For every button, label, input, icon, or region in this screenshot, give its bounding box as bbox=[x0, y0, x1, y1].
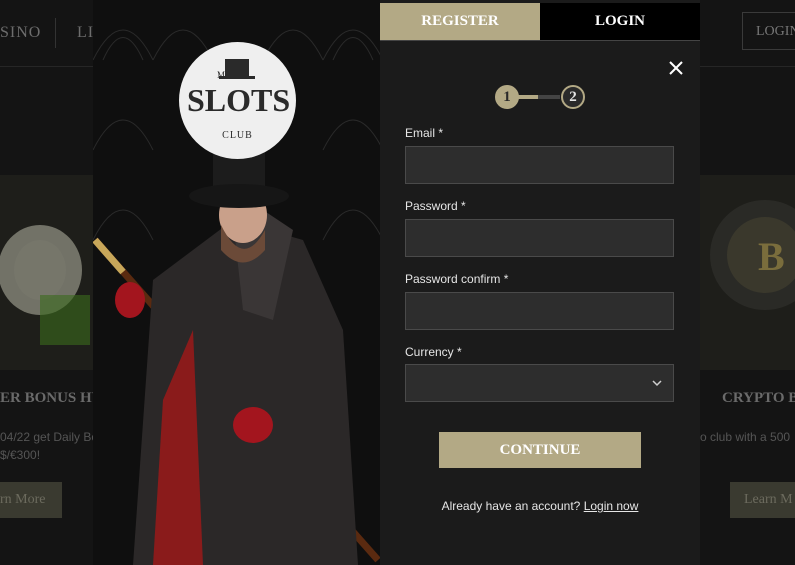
close-icon bbox=[669, 61, 683, 75]
promo-left-title: ER BONUS HU bbox=[0, 390, 103, 406]
logo-club-text: CLUB bbox=[222, 130, 253, 141]
promo-right-title: CRYPTO B bbox=[722, 390, 795, 406]
nav-item-live[interactable]: LI bbox=[77, 24, 94, 42]
close-button[interactable] bbox=[666, 58, 686, 78]
continue-button[interactable]: CONTINUE bbox=[439, 432, 641, 468]
currency-select[interactable] bbox=[405, 364, 674, 402]
promo-right-learn-more-button[interactable]: Learn M bbox=[730, 482, 795, 518]
promo-card-left-image bbox=[0, 175, 93, 370]
tab-login[interactable]: LOGIN bbox=[540, 3, 700, 40]
step-1: 1 bbox=[495, 85, 519, 109]
tab-register[interactable]: REGISTER bbox=[380, 3, 540, 40]
email-field[interactable] bbox=[405, 146, 674, 184]
promo-left-text: 04/22 get Daily Bo bbox=[0, 430, 99, 444]
promo-left-artwork bbox=[0, 225, 90, 345]
promo-right-artwork: B bbox=[710, 200, 795, 310]
password-label: Password * bbox=[405, 199, 466, 213]
password-confirm-label: Password confirm * bbox=[405, 272, 509, 286]
login-now-link[interactable]: Login now bbox=[584, 499, 639, 513]
promo-right-text: o club with a 500 bbox=[700, 430, 791, 444]
promo-left-learn-more-button[interactable]: rn More bbox=[0, 482, 62, 518]
nav-login-button[interactable]: LOGIN bbox=[742, 12, 795, 50]
logo-mr-text: MR bbox=[217, 70, 232, 80]
svg-text:B: B bbox=[758, 234, 785, 279]
login-prompt: Already have an account? Login now bbox=[380, 499, 700, 513]
password-field[interactable] bbox=[405, 219, 674, 257]
nav-divider bbox=[55, 18, 56, 48]
step-indicator: 1 2 bbox=[494, 85, 586, 109]
login-prompt-text: Already have an account? bbox=[441, 499, 581, 513]
promo-left-text-2: $/€300! bbox=[0, 448, 41, 462]
nav-item-casino[interactable]: SINO bbox=[0, 24, 41, 42]
step-2: 2 bbox=[561, 85, 585, 109]
auth-modal: REGISTER LOGIN 1 2 Email * Password * Pa… bbox=[380, 0, 700, 565]
promo-card-right-image: B bbox=[700, 175, 795, 370]
email-label: Email * bbox=[405, 126, 444, 140]
hero-illustration: MR SLOTS CLUB bbox=[93, 0, 380, 565]
mr-slots-club-logo: MR SLOTS CLUB bbox=[179, 42, 296, 159]
step-progress-track bbox=[518, 95, 560, 99]
password-confirm-field[interactable] bbox=[405, 292, 674, 330]
step-progress-fill bbox=[518, 95, 538, 99]
logo-slots-text: SLOTS bbox=[187, 82, 291, 118]
tab-divider bbox=[380, 40, 700, 41]
currency-label: Currency * bbox=[405, 345, 462, 359]
